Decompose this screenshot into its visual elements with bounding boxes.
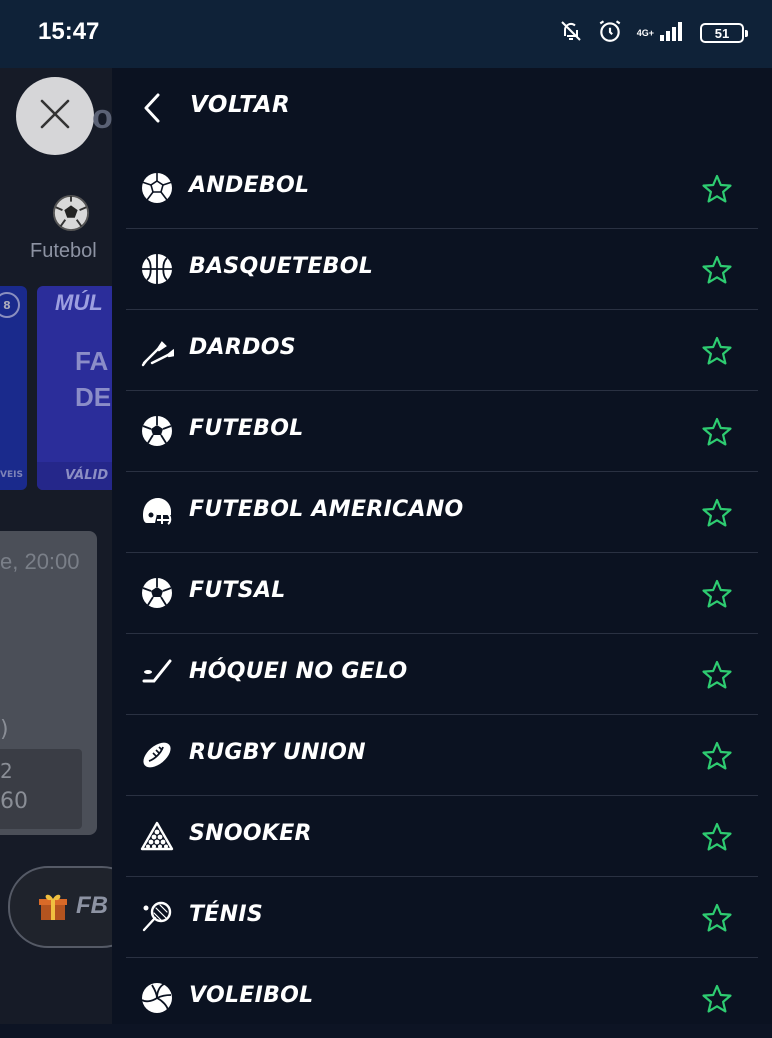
rugby-ball-icon	[140, 738, 174, 772]
sport-item-basquetebol[interactable]: BASQUETEBOL	[126, 229, 758, 310]
favorite-star-icon[interactable]	[701, 497, 733, 529]
sport-label: VOLEIBOL	[189, 983, 314, 1008]
event-paren: )	[0, 717, 9, 742]
promo-card-line1: FA	[75, 346, 109, 376]
favorite-star-icon[interactable]	[701, 902, 733, 934]
background-title-fragment: o	[92, 98, 112, 136]
promo-card-partial[interactable]: 8 VEIS	[0, 286, 27, 490]
sport-item-snooker[interactable]: SNOOKER	[126, 796, 758, 877]
close-menu-button[interactable]	[16, 77, 94, 155]
freebet-button[interactable]: FB	[8, 866, 112, 948]
hockey-stick-icon	[140, 657, 174, 691]
favorite-star-icon[interactable]	[701, 983, 733, 1015]
volleyball-icon	[140, 981, 174, 1015]
sport-item-andebol[interactable]: ANDEBOL	[126, 148, 758, 229]
sports-menu-panel: VOLTAR ANDEBOL BASQUETEBOL DARDOS FUTEBO…	[112, 68, 772, 1024]
tennis-racket-icon	[140, 900, 174, 934]
sport-label: BASQUETEBOL	[189, 254, 374, 279]
chevron-left-icon	[140, 92, 164, 128]
sport-label: FUTEBOL AMERICANO	[189, 497, 464, 522]
battery-level: 51	[714, 25, 730, 41]
signal-icon	[660, 21, 686, 45]
notifications-off-icon	[559, 19, 583, 47]
odd-label: 2	[0, 759, 13, 783]
sport-label: TÉNIS	[189, 902, 263, 927]
sport-item-futsal[interactable]: FUTSAL	[126, 553, 758, 634]
event-card[interactable]: e, 20:00 ) 2 60	[0, 531, 97, 835]
favorite-star-icon[interactable]	[701, 740, 733, 772]
gift-icon	[38, 892, 68, 926]
favorite-star-icon[interactable]	[701, 578, 733, 610]
back-button[interactable]: VOLTAR	[112, 68, 772, 148]
sport-label: ANDEBOL	[189, 173, 310, 198]
freebet-label: FB	[76, 892, 108, 919]
promo-card-line2: DE	[75, 382, 112, 412]
football-helmet-icon	[140, 495, 174, 529]
sport-label: SNOOKER	[189, 821, 312, 846]
alarm-icon	[597, 18, 623, 48]
favorite-star-icon[interactable]	[701, 416, 733, 448]
event-time: e, 20:00	[0, 549, 80, 574]
status-bar: 15:47 4G+ 51	[0, 0, 772, 68]
sport-label: FUTEBOL	[189, 416, 304, 441]
sport-label: DARDOS	[189, 335, 296, 360]
promo-card-footer: VÁLID	[37, 462, 112, 490]
handball-icon	[140, 171, 174, 205]
basketball-icon	[140, 252, 174, 286]
favorite-star-icon[interactable]	[701, 254, 733, 286]
sport-item-rugby-union[interactable]: RUGBY UNION	[126, 715, 758, 796]
promo-card-title: MÚL	[55, 290, 103, 315]
age-badge: 8	[0, 292, 20, 318]
status-icons: 4G+ 51	[559, 18, 748, 48]
sport-label: HÓQUEI NO GELO	[189, 659, 408, 684]
sport-label: FUTSAL	[189, 578, 286, 603]
sport-item-tenis[interactable]: TÉNIS	[126, 877, 758, 958]
status-time: 15:47	[38, 18, 100, 45]
soccer-ball-icon	[140, 414, 174, 448]
sport-item-futebol[interactable]: FUTEBOL	[126, 391, 758, 472]
sport-item-voleibol[interactable]: VOLEIBOL	[126, 958, 758, 1038]
back-label: VOLTAR	[190, 92, 291, 118]
favorite-star-icon[interactable]	[701, 173, 733, 205]
favorite-star-icon[interactable]	[701, 335, 733, 367]
darts-icon	[140, 333, 176, 367]
sport-item-hoquei-no-gelo[interactable]: HÓQUEI NO GELO	[126, 634, 758, 715]
promo-card[interactable]: MÚL FA DE VÁLID	[37, 286, 112, 490]
network-type: 4G+	[636, 27, 654, 38]
background-page: o Futebol 8 VEIS MÚL FA DE VÁLID e, 20:0…	[0, 68, 112, 1024]
favorite-star-icon[interactable]	[701, 821, 733, 853]
snooker-triangle-icon	[140, 819, 174, 853]
odd-value: 60	[0, 789, 28, 814]
sport-label: RUGBY UNION	[189, 740, 366, 765]
tab-futebol[interactable]: Futebol	[30, 240, 97, 263]
promo-card-footer: VEIS	[0, 470, 23, 480]
battery-indicator: 51	[700, 23, 748, 43]
sport-item-futebol-americano[interactable]: FUTEBOL AMERICANO	[126, 472, 758, 553]
futsal-ball-icon	[140, 576, 174, 610]
sport-list: ANDEBOL BASQUETEBOL DARDOS FUTEBOL FUTEB…	[126, 148, 758, 1038]
favorite-star-icon[interactable]	[701, 659, 733, 691]
soccer-ball-icon[interactable]	[52, 194, 90, 236]
close-icon	[37, 96, 73, 136]
sport-item-dardos[interactable]: DARDOS	[126, 310, 758, 391]
